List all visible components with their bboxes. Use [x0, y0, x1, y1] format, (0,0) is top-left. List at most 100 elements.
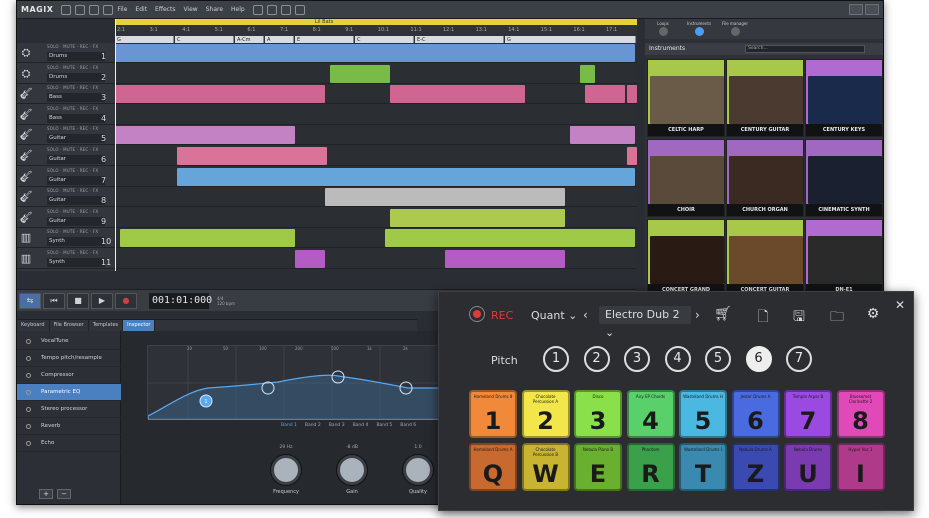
- track-header[interactable]: 🎸︎ SOLO · MUTE · REC · FX Guitar 7: [17, 167, 115, 187]
- audio-clip[interactable]: [627, 85, 637, 104]
- sample-pad[interactable]: Hyper Voc 1 I: [836, 443, 885, 491]
- track-header[interactable]: ▥ SOLO · MUTE · REC · FX Synth 11: [17, 249, 115, 269]
- eq-curve-graph[interactable]: 1: [147, 345, 449, 421]
- audio-clip[interactable]: [115, 44, 635, 62]
- track-name[interactable]: Guitar: [47, 155, 105, 164]
- track-header[interactable]: 🎸︎ SOLO · MUTE · REC · FX Guitar 6: [17, 146, 115, 166]
- track-buttons[interactable]: SOLO · MUTE · REC · FX: [47, 188, 98, 193]
- quantize-dropdown[interactable]: Quant ⌄: [531, 309, 577, 322]
- track-header[interactable]: ▥ SOLO · MUTE · REC · FX Synth 10: [17, 228, 115, 249]
- sample-pad[interactable]: Temple Arpss B 7: [784, 390, 832, 438]
- sample-pad[interactable]: Chocolate Percussion B W: [521, 443, 570, 491]
- track-name[interactable]: Drums: [47, 72, 105, 82]
- menu-share[interactable]: Share: [206, 6, 223, 13]
- effect-item[interactable]: Compressor: [17, 367, 121, 384]
- pitch-button[interactable]: 4: [664, 346, 691, 372]
- new-document-icon[interactable]: 🗋: [753, 306, 773, 325]
- power-icon[interactable]: [26, 407, 31, 412]
- rec-label[interactable]: REC: [491, 309, 513, 322]
- instrument-tile[interactable]: CINEMATIC SYNTH: [805, 139, 883, 217]
- open-file-icon[interactable]: [75, 4, 86, 15]
- audio-clip[interactable]: [585, 85, 625, 104]
- track-name[interactable]: Guitar: [47, 196, 105, 206]
- sample-pad[interactable]: Disco 3: [574, 390, 622, 438]
- menu-view[interactable]: View: [183, 6, 197, 13]
- track-buttons[interactable]: SOLO · MUTE · REC · FX: [47, 147, 98, 152]
- instrument-tile[interactable]: CENTURY GUITAR: [726, 59, 804, 137]
- instrument-tile[interactable]: CONCERT GUITAR: [726, 219, 804, 297]
- instrument-tile[interactable]: CENTURY KEYS: [805, 59, 883, 137]
- pitch-button[interactable]: 2: [583, 346, 610, 372]
- track-lane[interactable]: [115, 64, 637, 84]
- pitch-button[interactable]: 7: [786, 346, 812, 372]
- track-lane[interactable]: [115, 228, 637, 249]
- track-buttons[interactable]: SOLO · MUTE · REC · FX: [47, 44, 98, 49]
- track-header[interactable]: 🎸︎ SOLO · MUTE · REC · FX Bass 4: [17, 105, 115, 125]
- track-buttons[interactable]: SOLO · MUTE · REC · FX: [47, 229, 98, 234]
- play-button[interactable]: ▶: [91, 292, 113, 309]
- record-icon[interactable]: [469, 306, 485, 322]
- effect-item[interactable]: Tempo pitch/resample: [17, 350, 121, 367]
- undo-icon[interactable]: [252, 4, 263, 15]
- search-icon[interactable]: [103, 4, 114, 15]
- track-buttons[interactable]: SOLO · MUTE · REC · FX: [47, 209, 98, 214]
- eq-band-tab[interactable]: Band 4: [353, 423, 369, 428]
- effect-item[interactable]: Parametric EQ: [17, 384, 121, 401]
- track-buttons[interactable]: SOLO · MUTE · REC · FX: [47, 65, 98, 70]
- power-icon[interactable]: [26, 424, 31, 429]
- eq-band-tab[interactable]: Band 3: [329, 423, 345, 428]
- close-icon[interactable]: ✕: [895, 298, 905, 312]
- track-lane[interactable]: [115, 187, 637, 208]
- track-name[interactable]: Bass: [47, 113, 105, 123]
- settings-gear-icon[interactable]: ⚙: [863, 306, 883, 324]
- browser-tab-file-manager[interactable]: File manager: [717, 19, 753, 39]
- loop-range-marker[interactable]: [115, 19, 637, 25]
- power-icon[interactable]: [26, 339, 31, 344]
- save-icon[interactable]: 🖫: [789, 306, 809, 325]
- remove-effect-button[interactable]: −: [57, 489, 71, 499]
- stop-button[interactable]: ■: [67, 292, 89, 309]
- instrument-tile[interactable]: CHURCH ORGAN: [726, 139, 804, 217]
- track-buttons[interactable]: SOLO · MUTE · REC · FX: [47, 85, 98, 90]
- menu-effects[interactable]: Effects: [155, 6, 175, 13]
- sample-pad[interactable]: Bluesomet Clarinette 2 8: [836, 390, 885, 438]
- sample-pad[interactable]: Nebula Piano B E: [574, 443, 622, 491]
- power-icon[interactable]: [26, 390, 31, 395]
- restore-window-button[interactable]: [849, 4, 863, 15]
- eq-band-tab[interactable]: Band 6: [400, 423, 416, 428]
- audio-clip[interactable]: [390, 208, 565, 227]
- audio-clip[interactable]: [390, 85, 525, 104]
- playhead[interactable]: [115, 19, 116, 271]
- tab-file-browser[interactable]: File Browser: [50, 320, 89, 331]
- loop-button[interactable]: ⇆: [19, 292, 41, 309]
- pointer-icon[interactable]: [294, 4, 305, 15]
- menu-edit[interactable]: Edit: [135, 6, 147, 13]
- instrument-search-input[interactable]: Search...: [745, 45, 865, 53]
- next-style-button[interactable]: ›: [695, 308, 700, 322]
- cut-icon[interactable]: [280, 4, 291, 15]
- sample-pad[interactable]: Nebula Drums A Z: [731, 443, 780, 491]
- tab-inspector[interactable]: Inspector: [123, 320, 156, 331]
- track-name[interactable]: Synth: [47, 258, 105, 267]
- new-file-icon[interactable]: [61, 4, 72, 15]
- power-icon[interactable]: [26, 441, 31, 446]
- instrument-tile[interactable]: CHOIR: [647, 139, 725, 217]
- audio-clip[interactable]: [295, 250, 325, 268]
- audio-clip[interactable]: [445, 250, 565, 268]
- sample-pad[interactable]: Homeland Drums 8 1: [469, 390, 517, 438]
- track-lane[interactable]: [115, 208, 637, 228]
- pitch-button[interactable]: 5: [705, 346, 731, 372]
- sample-pad[interactable]: Wasteland Drums H 5: [679, 390, 727, 438]
- audio-clip[interactable]: [330, 64, 390, 83]
- audio-clip[interactable]: [627, 147, 637, 165]
- track-header[interactable]: 🎸︎ SOLO · MUTE · REC · FX Bass 3: [17, 84, 115, 105]
- track-name[interactable]: Drums: [47, 52, 105, 61]
- audio-clip[interactable]: [570, 126, 635, 145]
- track-lane[interactable]: [115, 146, 637, 166]
- pitch-button[interactable]: 3: [624, 346, 650, 372]
- effect-item[interactable]: Stereo processor: [17, 401, 121, 418]
- audio-clip[interactable]: [120, 229, 295, 248]
- track-buttons[interactable]: SOLO · MUTE · REC · FX: [47, 168, 98, 173]
- track-name[interactable]: Guitar: [47, 216, 105, 226]
- track-lane[interactable]: [115, 125, 637, 146]
